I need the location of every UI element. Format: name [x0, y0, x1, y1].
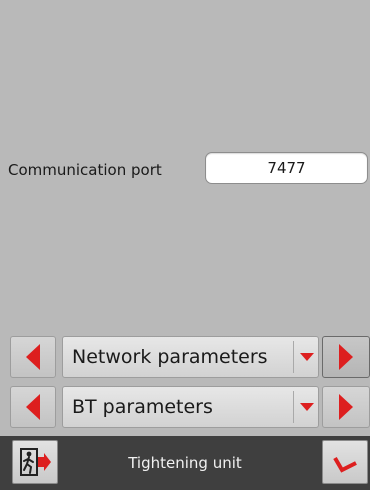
chevron-down-icon	[298, 387, 316, 427]
next-network-button[interactable]	[322, 336, 370, 378]
arrow-right-icon	[339, 344, 353, 370]
exit-button[interactable]	[12, 440, 58, 484]
dropdown-divider	[293, 391, 294, 423]
arrow-left-icon	[26, 344, 40, 370]
bottom-bar: Tightening unit	[0, 436, 370, 490]
screen: Communication port 7477 Network paramete…	[0, 0, 370, 490]
dropdown-divider	[293, 341, 294, 373]
dropdown-label: BT parameters	[72, 396, 213, 418]
confirm-button[interactable]	[322, 440, 368, 484]
bt-parameters-dropdown[interactable]: BT parameters	[62, 386, 319, 428]
settings-panel: Communication port 7477	[0, 0, 370, 330]
chevron-down-icon	[298, 337, 316, 377]
arrow-right-icon	[339, 394, 353, 420]
communication-port-field[interactable]: 7477	[205, 152, 368, 184]
network-parameters-dropdown[interactable]: Network parameters	[62, 336, 319, 378]
bt-parameters-selector-row: BT parameters	[10, 386, 370, 428]
previous-bt-button[interactable]	[10, 386, 56, 428]
network-parameters-selector-row: Network parameters	[10, 336, 370, 378]
previous-network-button[interactable]	[10, 336, 56, 378]
exit-door-icon	[20, 448, 51, 476]
dropdown-label: Network parameters	[72, 346, 268, 368]
next-bt-button[interactable]	[322, 386, 370, 428]
checkmark-icon	[333, 456, 357, 473]
arrow-left-icon	[26, 394, 40, 420]
communication-port-label: Communication port	[8, 161, 162, 179]
page-title: Tightening unit	[128, 454, 242, 472]
